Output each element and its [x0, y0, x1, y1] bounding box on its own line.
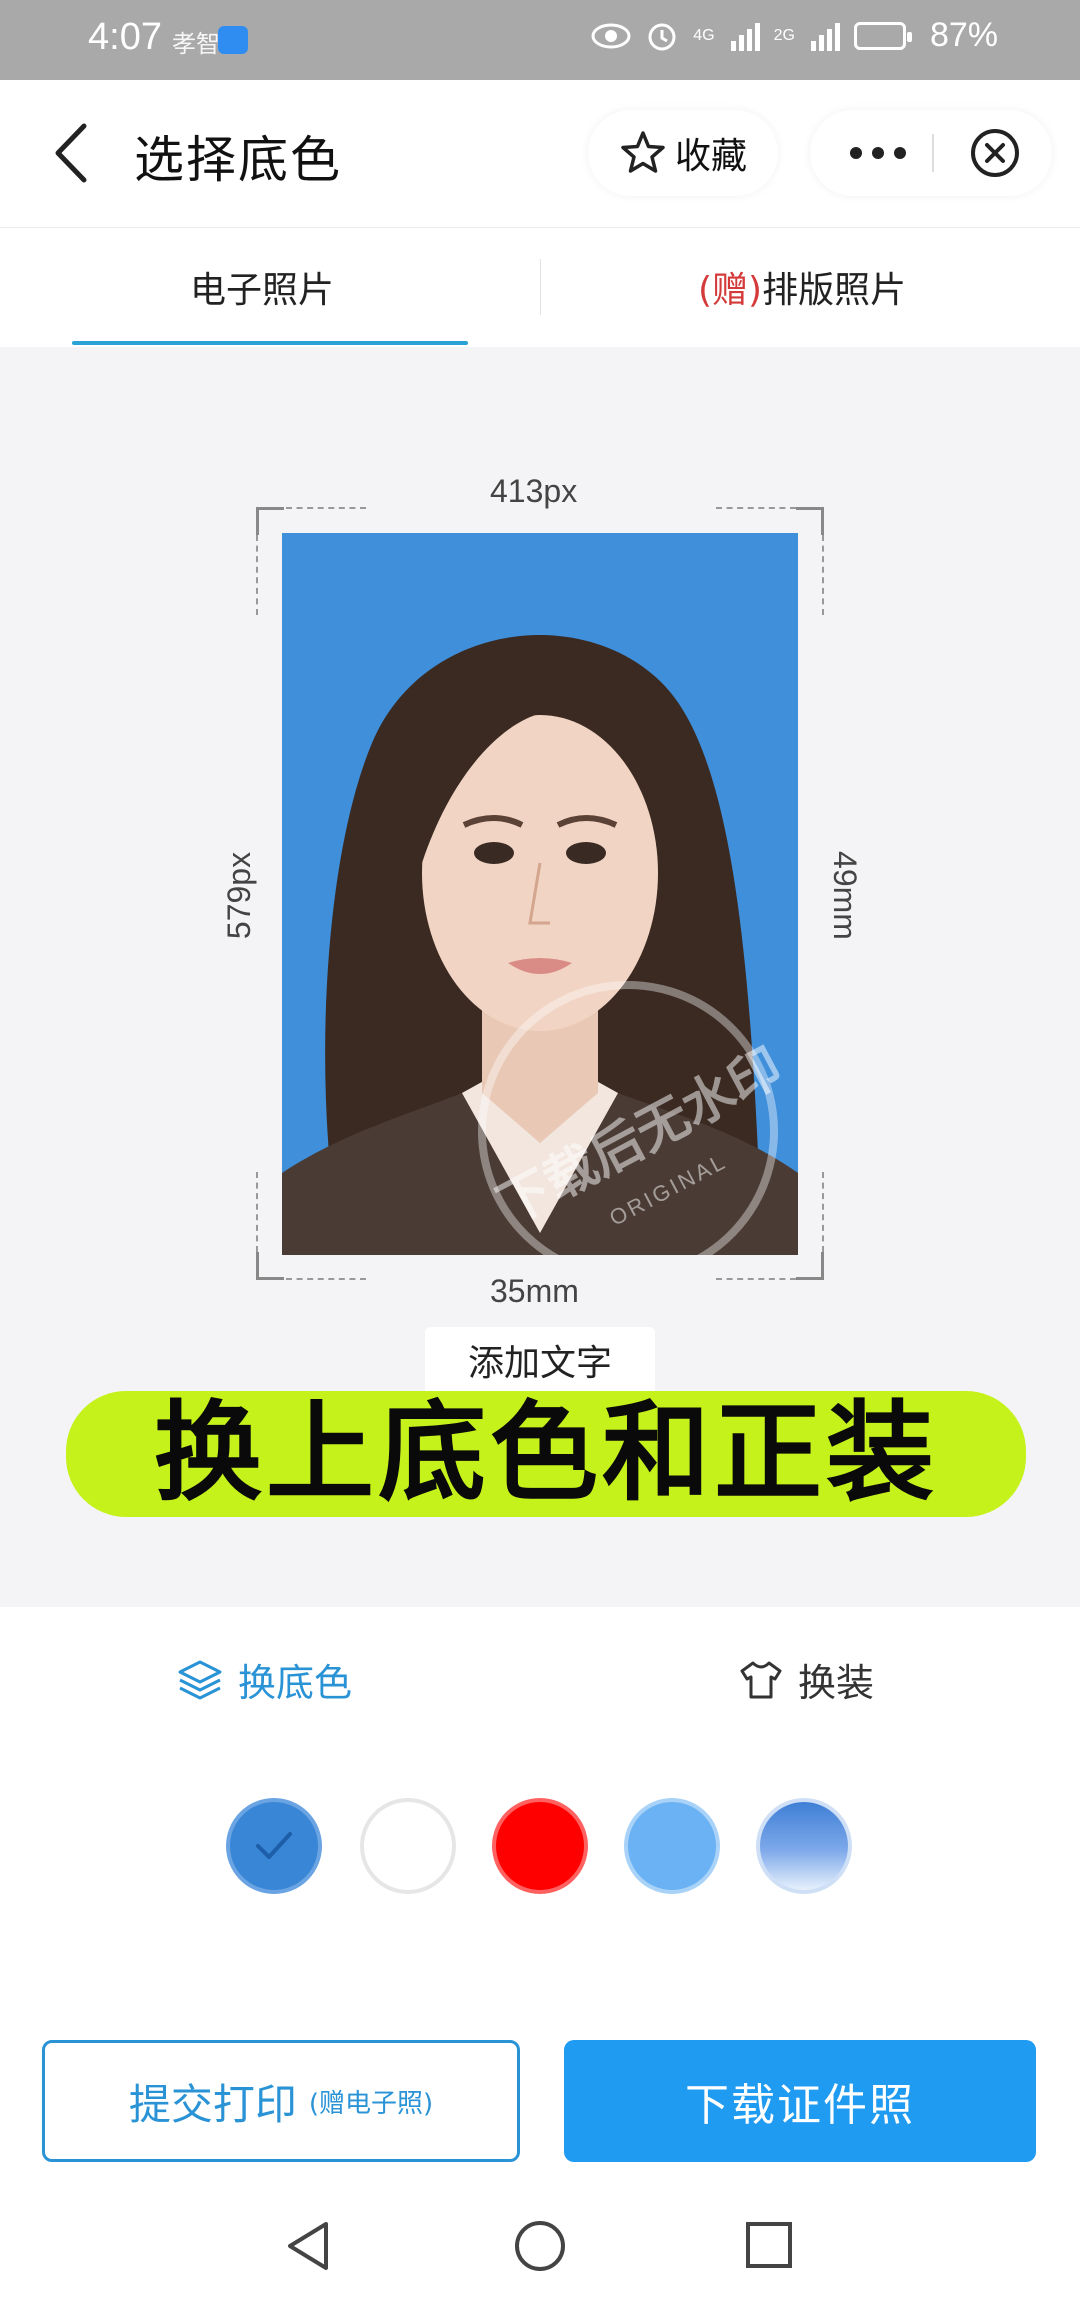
swatch-white[interactable]	[360, 1798, 456, 1894]
layers-icon	[178, 1660, 222, 1699]
status-bar: 4:07 孝智 4G 2G 87%	[0, 0, 1080, 80]
promo-banner: 换上底色和正装	[66, 1391, 1026, 1517]
width-mm-label: 35mm	[490, 1273, 579, 1309]
tab-gift-badge: (赠)	[698, 270, 763, 311]
download-photo-button[interactable]: 下载证件照	[564, 2040, 1036, 2162]
star-icon	[621, 131, 665, 173]
back-arrow-icon[interactable]	[44, 120, 104, 186]
tab-electronic-photo-label: 电子照片	[190, 270, 335, 311]
swatch-dark-blue[interactable]	[226, 1798, 322, 1894]
battery-icon	[853, 21, 912, 50]
mini-program-capsule	[810, 110, 1052, 196]
close-icon[interactable]	[970, 128, 1020, 178]
height-mm-label: 49mm	[826, 851, 863, 940]
id-photo: 下载后无水印 ORIGINAL	[282, 533, 798, 1255]
capsule-divider	[932, 134, 934, 172]
tab-electronic-photo[interactable]: 电子照片	[190, 261, 334, 313]
change-background-label: 换底色	[238, 1661, 353, 1705]
swatch-red[interactable]	[492, 1798, 588, 1894]
tab-layout-photo[interactable]: (赠)排版照片	[698, 261, 906, 313]
crop-corner-tl	[256, 507, 284, 535]
nav-recents-icon[interactable]	[744, 2220, 794, 2270]
app-header: 选择底色 收藏	[0, 80, 1080, 228]
download-photo-label: 下载证件照	[685, 2080, 915, 2131]
swatch-light-blue[interactable]	[624, 1798, 720, 1894]
change-clothes-option[interactable]: 换装	[738, 1652, 874, 1707]
favorite-label: 收藏	[674, 136, 747, 177]
edit-options-panel: 换底色 换装	[0, 1608, 1080, 1978]
nav-home-icon[interactable]	[512, 2218, 568, 2274]
guide-line	[822, 1172, 824, 1252]
tab-layout-photo-label: 排版照片	[762, 270, 907, 311]
guide-line	[822, 535, 824, 615]
submit-print-label: 提交打印	[128, 2079, 297, 2129]
cloud-icon	[218, 26, 248, 54]
alarm-icon	[648, 23, 676, 50]
favorite-button[interactable]: 收藏	[588, 110, 778, 196]
battery-level: 87%	[929, 16, 998, 54]
tab-divider	[540, 259, 541, 315]
promo-banner-text: 换上底色和正装	[153, 1391, 938, 1516]
active-tab-indicator	[72, 341, 468, 345]
guide-line	[716, 1278, 796, 1280]
more-icon[interactable]	[848, 143, 908, 163]
network-4g-label: 4G	[693, 26, 715, 44]
width-px-label: 413px	[490, 473, 578, 509]
system-nav-bar	[0, 2178, 1080, 2312]
change-clothes-label: 换装	[798, 1661, 875, 1705]
guide-line	[286, 1278, 366, 1280]
swatch-gradient-blue[interactable]	[756, 1798, 852, 1894]
height-px-label: 579px	[221, 851, 258, 940]
network-2g-label: 2G	[773, 26, 795, 44]
action-bar: 提交打印 (赠电子照) 下载证件照	[0, 1978, 1080, 2178]
status-icons: 4G 2G 87%	[591, 16, 998, 55]
signal-icon-2	[810, 21, 840, 51]
crop-corner-bl	[256, 1252, 284, 1280]
signal-icon-1	[730, 21, 760, 51]
submit-print-button[interactable]: 提交打印 (赠电子照)	[42, 2040, 520, 2162]
photo-preview-area: 413px 35mm 579px 49mm 下载后无水印 ORIGINAL 添加…	[0, 347, 1080, 1607]
eye-icon	[591, 23, 631, 48]
guide-line	[256, 535, 258, 615]
submit-print-sublabel: (赠电子照)	[308, 2088, 434, 2119]
status-carrier-note: 孝智	[172, 30, 220, 58]
guide-line	[716, 507, 796, 509]
add-text-button[interactable]: 添加文字	[425, 1327, 655, 1401]
check-icon	[256, 1832, 292, 1859]
crop-corner-br	[796, 1252, 824, 1280]
nav-back-icon[interactable]	[282, 2218, 334, 2274]
guide-line	[256, 1172, 258, 1252]
guide-line	[286, 507, 366, 509]
crop-corner-tr	[796, 507, 824, 535]
tab-bar: 电子照片 (赠)排版照片	[0, 229, 1080, 347]
change-background-option[interactable]: 换底色	[176, 1652, 352, 1707]
page-title: 选择底色	[134, 131, 342, 189]
shirt-icon	[740, 1661, 782, 1698]
status-time: 4:07	[88, 16, 162, 58]
